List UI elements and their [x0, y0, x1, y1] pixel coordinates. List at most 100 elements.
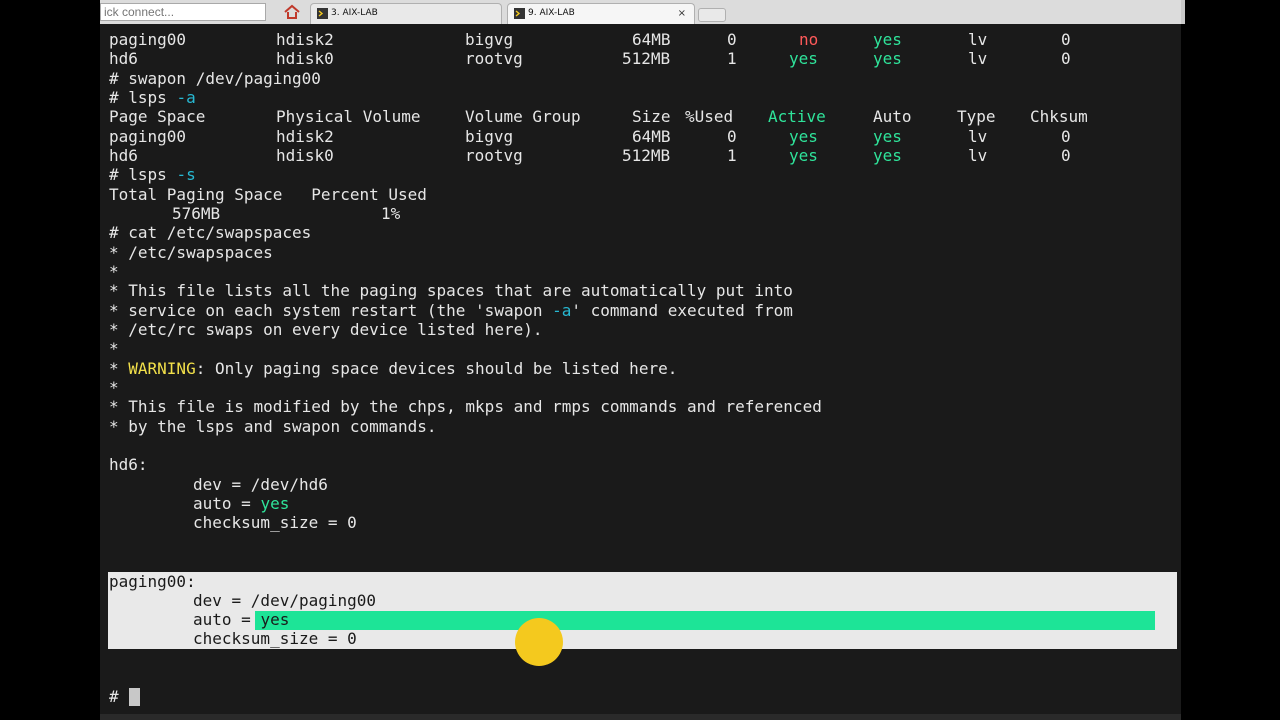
stanza-checksum: checksum_size = 0	[193, 513, 357, 532]
physical-volume-cell: hdisk2	[276, 127, 334, 146]
stanza-dev: dev = /dev/hd6	[193, 475, 328, 494]
stanza-key: auto =	[193, 610, 261, 629]
text-cursor	[129, 688, 140, 706]
tab-bar: 3. AIX-LAB 9. AIX-LAB ×	[100, 0, 1181, 25]
header-size: Size	[632, 107, 671, 126]
home-icon[interactable]	[281, 3, 303, 21]
type-cell: lv	[968, 30, 988, 49]
stanza-dev: dev = /dev/paging00	[193, 591, 377, 610]
file-text: *	[109, 359, 129, 378]
lsps-row: paging00 hdisk2 bigvg 64MB 0 yes yes lv …	[109, 127, 1071, 147]
header-physical-volume: Physical Volume	[276, 107, 421, 126]
header-auto: Auto	[873, 107, 912, 126]
used-cell: 1	[727, 146, 737, 165]
stanza-value: yes	[260, 494, 290, 513]
header-active: Active	[768, 107, 826, 126]
header-chksum: Chksum	[1030, 107, 1088, 126]
lsps-row: hd6 hdisk0 rootvg 512MB 1 yes yes lv 0	[109, 146, 1071, 166]
type-cell: lv	[968, 127, 988, 146]
lsps-row: paging00 hdisk2 bigvg 64MB 0 no yes lv 0	[109, 30, 1071, 50]
size-cell: 64MB	[632, 30, 671, 49]
chksum-cell: 0	[1061, 30, 1071, 49]
volume-group-cell: bigvg	[465, 127, 514, 146]
page-space-cell: paging00	[109, 127, 187, 146]
terminal-app-window: 3. AIX-LAB 9. AIX-LAB × paging00 hdisk2 …	[100, 0, 1181, 720]
mouse-pointer-highlight	[515, 618, 563, 666]
lsps-header-row: Page Space Physical Volume Volume Group …	[109, 107, 1088, 127]
stanza-value: yes	[260, 610, 290, 629]
chksum-cell: 0	[1061, 49, 1071, 68]
size-cell: 512MB	[622, 49, 671, 68]
header-type: Type	[957, 107, 996, 126]
command-line: # swapon /dev/paging00	[109, 69, 321, 88]
command-flag: -a	[176, 88, 196, 107]
terminal-icon	[514, 8, 525, 19]
warning-keyword: WARNING	[128, 359, 196, 378]
terminal-output[interactable]: paging00 hdisk2 bigvg 64MB 0 no yes lv 0…	[100, 24, 1181, 714]
active-cell: yes	[789, 127, 818, 146]
active-cell: yes	[789, 146, 818, 165]
stanza-auto: auto = yes	[193, 610, 289, 630]
command-flag: -s	[176, 165, 196, 184]
used-cell: 0	[727, 30, 737, 49]
command-line: # cat /etc/swapspaces	[109, 223, 312, 242]
stanza-auto: auto = yes	[193, 494, 289, 514]
file-line: * /etc/swapspaces	[109, 243, 273, 262]
stanza-name: hd6:	[109, 455, 148, 474]
active-cell: no	[799, 30, 819, 49]
file-line: * This file lists all the paging spaces …	[109, 281, 793, 300]
command-flag: -a	[552, 301, 572, 320]
file-line: * service on each system restart (the 's…	[109, 301, 793, 321]
active-cell: yes	[789, 49, 818, 68]
stanza-key: auto =	[193, 494, 261, 513]
size-cell: 512MB	[622, 146, 671, 165]
volume-group-cell: rootvg	[465, 49, 523, 68]
auto-cell: yes	[873, 146, 902, 165]
total-paging-space: 576MB	[172, 204, 221, 223]
window-edge	[1181, 0, 1185, 24]
file-text: : Only paging space devices should be li…	[195, 359, 678, 378]
chksum-cell: 0	[1061, 146, 1071, 165]
tab-label: 3. AIX-LAB	[331, 8, 378, 18]
shell-prompt: #	[109, 687, 119, 706]
stanza-checksum: checksum_size = 0	[193, 629, 357, 648]
size-cell: 64MB	[632, 127, 671, 146]
physical-volume-cell: hdisk0	[276, 146, 334, 165]
chksum-cell: 0	[1061, 127, 1071, 146]
tab-9-aix-lab[interactable]: 9. AIX-LAB ×	[507, 3, 695, 24]
quick-connect-input[interactable]	[100, 3, 266, 21]
summary-header: Total Paging Space Percent Used	[109, 185, 427, 204]
stanza-name: paging00:	[109, 572, 196, 591]
file-text: ' command executed from	[571, 301, 793, 320]
header-used: %Used	[685, 107, 734, 126]
new-tab-button[interactable]	[698, 8, 726, 22]
type-cell: lv	[968, 146, 988, 165]
tab-3-aix-lab[interactable]: 3. AIX-LAB	[310, 3, 502, 24]
file-text: * service on each system restart (the 's…	[109, 301, 553, 320]
auto-cell: yes	[873, 127, 902, 146]
file-line: *	[109, 262, 119, 281]
header-volume-group: Volume Group	[465, 107, 581, 126]
header-page-space: Page Space	[109, 107, 206, 126]
tab-label: 9. AIX-LAB	[528, 8, 575, 18]
physical-volume-cell: hdisk0	[276, 49, 334, 68]
command-line: # lsps -s	[109, 165, 196, 185]
type-cell: lv	[968, 49, 988, 68]
text-highlight	[255, 611, 1155, 630]
volume-group-cell: bigvg	[465, 30, 514, 49]
command-line: # lsps -a	[109, 88, 196, 108]
file-line: * by the lsps and swapon commands.	[109, 417, 437, 436]
command-text: # lsps	[109, 88, 177, 107]
used-cell: 1	[727, 49, 737, 68]
file-line: * /etc/rc swaps on every device listed h…	[109, 320, 543, 339]
warning-line: * WARNING: Only paging space devices sho…	[109, 359, 677, 379]
close-icon[interactable]: ×	[678, 4, 686, 23]
percent-used: 1%	[381, 204, 401, 223]
page-space-cell: hd6	[109, 49, 138, 68]
file-line: *	[109, 378, 119, 397]
auto-cell: yes	[873, 49, 902, 68]
page-space-cell: hd6	[109, 146, 138, 165]
command-text: # lsps	[109, 165, 177, 184]
physical-volume-cell: hdisk2	[276, 30, 334, 49]
volume-group-cell: rootvg	[465, 146, 523, 165]
